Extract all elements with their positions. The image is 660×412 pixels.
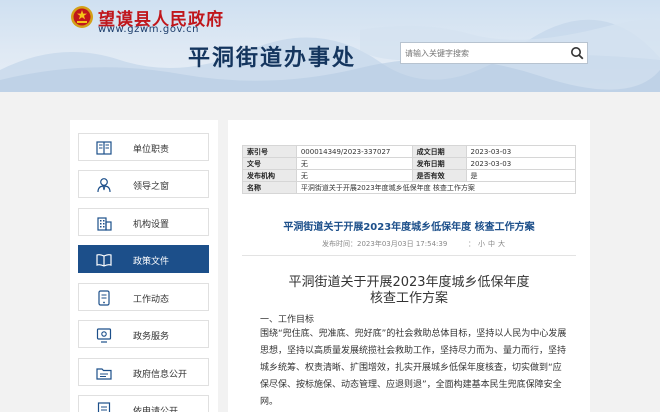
service-icon	[96, 328, 112, 343]
publish-date-value: 2023-03-03	[465, 157, 577, 170]
content-title: 平洞街道关于开展2023年度城乡低保年度 核查工作方案	[228, 275, 590, 307]
divider	[242, 255, 576, 256]
document-name-value: 平洞街道关于开展2023年度城乡低保年度 核查工作方案	[295, 181, 577, 194]
search-box	[400, 42, 588, 64]
phone-document-icon	[98, 290, 110, 306]
written-date-key: 成文日期	[411, 145, 467, 158]
publisher-key: 发布机构	[242, 169, 297, 182]
sidebar-item-work-news[interactable]: 工作动态	[78, 283, 209, 311]
table-row: 文号 无 发布日期 2023-03-03	[242, 157, 577, 170]
office-title: 平洞街道办事处	[188, 46, 357, 71]
sidebar-item-information-disclosure[interactable]: 政府信息公开	[78, 358, 209, 386]
written-date-value: 2023-03-03	[465, 145, 577, 158]
document-name-key: 名称	[242, 181, 297, 194]
index-number-key: 索引号	[242, 145, 297, 158]
font-size-switcher: ：小中大	[468, 239, 508, 249]
document-number-value: 无	[295, 157, 413, 170]
document-number-key: 文号	[242, 157, 297, 170]
sidebar: 单位职责 领导之窗 机构设置 政策文件 工作动态 政务服务 政府信息公开 依申请…	[70, 120, 218, 412]
document-metadata-table: 索引号 000014349/2023-337027 成文日期 2023-03-0…	[242, 145, 577, 194]
publisher-value: 无	[295, 169, 413, 182]
site-url: www.gzwm.gov.cn	[98, 24, 200, 35]
request-document-icon	[97, 402, 111, 412]
font-size-label: ：	[468, 240, 475, 248]
site-header: 望谟县人民政府 www.gzwm.gov.cn 平洞街道办事处	[0, 0, 660, 92]
sidebar-item-label: 工作动态	[133, 295, 170, 305]
content-title-line-2: 核查工作方案	[369, 291, 448, 306]
validity-key: 是否有效	[411, 169, 467, 182]
search-input[interactable]	[405, 45, 565, 61]
table-row: 名称 平洞街道关于开展2023年度城乡低保年度 核查工作方案	[242, 181, 577, 194]
person-icon	[97, 178, 111, 193]
info-folder-icon	[96, 368, 112, 380]
book-icon	[96, 141, 112, 155]
sidebar-item-label: 领导之窗	[133, 182, 170, 192]
content-title-line-1: 平洞街道关于开展2023年度城乡低保年度	[288, 275, 530, 290]
font-size-small-button[interactable]: 小	[478, 240, 485, 248]
sidebar-item-label: 政务服务	[133, 332, 170, 342]
national-emblem-icon	[71, 6, 93, 28]
sidebar-item-request-disclosure[interactable]: 依申请公开	[78, 395, 209, 412]
body-paragraph: 围绕“兜住底、兜准底、兜好底”的社会救助总体目标，坚持以人民为中心发展思想，坚持…	[260, 329, 567, 407]
publish-date-key: 发布日期	[411, 157, 467, 170]
sidebar-item-label: 政策文件	[133, 257, 170, 267]
font-size-medium-button[interactable]: 中	[488, 240, 495, 248]
font-size-large-button[interactable]: 大	[498, 240, 505, 248]
sidebar-item-organization[interactable]: 机构设置	[78, 208, 209, 236]
sidebar-item-leaders[interactable]: 领导之窗	[78, 170, 209, 198]
building-icon	[97, 217, 112, 231]
sidebar-item-label: 依申请公开	[133, 407, 179, 412]
document-panel: 索引号 000014349/2023-337027 成文日期 2023-03-0…	[228, 120, 590, 412]
sidebar-item-label: 单位职责	[133, 145, 170, 155]
index-number-value: 000014349/2023-337027	[295, 145, 413, 158]
open-book-icon	[96, 254, 112, 267]
document-title: 平洞街道关于开展2023年度城乡低保年度 核查工作方案	[283, 222, 535, 233]
section-heading: 一、工作目标	[260, 315, 315, 325]
sidebar-item-government-services[interactable]: 政务服务	[78, 320, 209, 348]
table-row: 索引号 000014349/2023-337027 成文日期 2023-03-0…	[242, 145, 577, 158]
table-row: 发布机构 无 是否有效 是	[242, 169, 577, 182]
publish-time: 发布时间：2023年03月03日 17:54:39	[322, 240, 448, 248]
search-icon[interactable]	[570, 46, 584, 60]
validity-value: 是	[465, 169, 577, 182]
sidebar-item-policy-documents[interactable]: 政策文件	[78, 245, 209, 273]
sidebar-item-responsibilities[interactable]: 单位职责	[78, 133, 209, 161]
sidebar-item-label: 政府信息公开	[133, 370, 188, 380]
sidebar-item-label: 机构设置	[133, 220, 170, 230]
